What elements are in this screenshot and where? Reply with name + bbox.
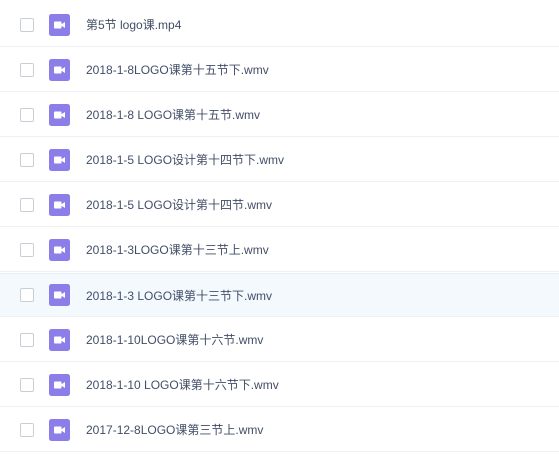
row-checkbox[interactable] (20, 107, 34, 122)
file-name[interactable]: 2018-1-3LOGO课第十三节上.wmv (86, 241, 269, 258)
file-name[interactable]: 2017-12-8LOGO课第三节上.wmv (86, 421, 263, 438)
file-list: 第5节 logo课.mp4 2018-1-8LOGO课第十五节下.wmv 201… (0, 0, 559, 460)
file-name[interactable]: 2018-1-10 LOGO课第十六节下.wmv (86, 376, 279, 393)
row-checkbox[interactable] (20, 17, 34, 32)
row-checkbox[interactable] (20, 197, 34, 212)
file-row-hovered[interactable]: 2018-1-3 LOGO课第十三节下.wmv (0, 273, 559, 317)
video-file-icon (49, 58, 70, 81)
video-file-icon (49, 373, 70, 396)
file-row[interactable]: 第5节 logo课.mp4 (0, 3, 559, 47)
video-file-icon (49, 418, 70, 441)
video-file-icon (49, 284, 70, 306)
file-row[interactable]: 2018-1-3LOGO课第十三节上.wmv (0, 228, 559, 272)
row-checkbox[interactable] (20, 62, 34, 77)
file-row[interactable]: 2018-1-10 LOGO课第十六节下.wmv (0, 363, 559, 407)
video-file-icon (49, 328, 70, 351)
row-checkbox[interactable] (20, 152, 34, 167)
file-name[interactable]: 2018-1-3 LOGO课第十三节下.wmv (86, 287, 272, 304)
file-name[interactable]: 2018-1-8LOGO课第十五节下.wmv (86, 61, 269, 78)
file-name[interactable]: 第5节 logo课.mp4 (86, 16, 181, 33)
video-file-icon (49, 148, 70, 171)
video-file-icon (49, 103, 70, 126)
file-name[interactable]: 2018-1-8 LOGO课第十五节.wmv (86, 106, 260, 123)
row-checkbox[interactable] (20, 288, 34, 302)
video-file-icon (49, 193, 70, 216)
video-file-icon (49, 238, 70, 261)
file-name[interactable]: 2018-1-5 LOGO设计第十四节.wmv (86, 196, 272, 213)
file-row[interactable]: 2018-1-5 LOGO设计第十四节.wmv (0, 183, 559, 227)
row-checkbox[interactable] (20, 377, 34, 392)
file-row[interactable]: 2018-1-8 LOGO课第十五节.wmv (0, 93, 559, 137)
file-row[interactable]: 2017-12-8LOGO课第三节上.wmv (0, 408, 559, 452)
row-checkbox[interactable] (20, 332, 34, 347)
file-row[interactable]: 2018-1-8LOGO课第十五节下.wmv (0, 48, 559, 92)
row-checkbox[interactable] (20, 422, 34, 437)
file-row[interactable]: 2018-1-5 LOGO设计第十四节下.wmv (0, 138, 559, 182)
row-checkbox[interactable] (20, 242, 34, 257)
video-file-icon (49, 13, 70, 36)
file-name[interactable]: 2018-1-10LOGO课第十六节.wmv (86, 331, 263, 348)
file-name[interactable]: 2018-1-5 LOGO设计第十四节下.wmv (86, 151, 284, 168)
file-row[interactable]: 2018-1-10LOGO课第十六节.wmv (0, 318, 559, 362)
